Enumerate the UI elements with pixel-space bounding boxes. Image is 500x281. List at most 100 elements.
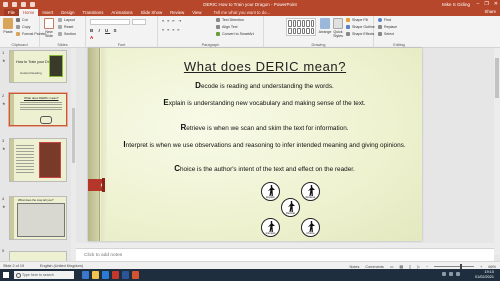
zoom-slider[interactable] [434,264,475,269]
comments-toggle[interactable]: Comments [365,265,383,269]
new-slide-button[interactable]: New Slide [42,16,56,38]
powerpoint-icon[interactable] [132,271,139,279]
slide-paragraph-retrieve[interactable]: Retrieve is when we scan and skim the te… [113,124,416,133]
zoom-out-icon[interactable]: − [426,265,428,269]
tab-transitions[interactable]: Transitions [79,9,108,16]
taskbar-search[interactable]: Type here to search [14,271,74,279]
find-button[interactable]: Find [378,18,391,22]
file-explorer-icon[interactable] [92,271,99,279]
slide-thumbnail[interactable]: How to Train your Dragon Guided Reading [9,50,67,83]
reset-icon [58,25,62,29]
shape-outline-label: Shape Outline [352,25,375,29]
tell-me-search[interactable]: Tell me what you want to do... [206,9,271,16]
quick-styles-button[interactable]: Quick Styles [331,16,345,38]
battery-icon[interactable] [456,272,460,276]
scrollbar-thumb[interactable] [72,108,75,163]
arrange-label: Arrange [318,30,332,34]
layout-button[interactable]: Layout [58,18,75,22]
reset-button[interactable]: Reset [58,25,73,29]
thumbnail-number: 2 [2,93,5,98]
quick-styles-label: Quick Styles [333,30,343,38]
cut-button[interactable]: Cut [16,18,28,22]
minimize-button[interactable]: – [477,1,480,7]
tab-slide-show[interactable]: Slide Show [137,9,167,16]
close-button[interactable]: ✕ [494,1,498,7]
volume-icon[interactable] [449,272,453,276]
copy-button[interactable]: Copy [16,25,30,29]
language-indicator[interactable]: English (United Kingdom) [40,264,83,268]
tab-animations[interactable]: Animations [107,9,136,16]
thumb-strip [10,197,14,239]
network-icon[interactable] [442,272,446,276]
slide-thumbnail[interactable] [9,138,67,182]
slide-thumbnail-selected[interactable]: What does DERIC mean? [8,92,68,127]
zoom-level[interactable]: 66% [488,265,496,269]
thumbnail-number: 3 [2,138,5,143]
notes-pane[interactable]: Click to add notes [76,243,494,261]
paragraph-text: etrieve is when we scan and skim the tex… [186,125,349,132]
user-name[interactable]: Mike S Girling [442,2,470,7]
thumbnail-number: 1 [2,50,5,55]
slide-paragraph-decode[interactable]: Decode is reading and understanding the … [113,82,416,91]
paste-button[interactable]: Paste [1,16,15,34]
slides-group: New Slide Layout Reset Section Slides [40,16,86,48]
slide-paragraph-interpret[interactable]: Interpret is when we use observations an… [113,141,416,150]
replace-button[interactable]: Replace [378,25,397,29]
horizontal-scrollbar[interactable] [76,243,494,248]
red-ribbon-clip [102,178,105,192]
align-buttons[interactable]: ≡ ≡ ≡ ≡ [162,28,180,32]
slides-label: Slides [57,43,68,47]
align-text-button[interactable]: Align Text [216,25,238,29]
maximize-button[interactable]: ❐ [484,1,488,7]
smartart-button[interactable]: Convert to SmartArt [216,32,254,36]
deric-icons-group[interactable]: Explain Retrieve Decode Interpret Choice [252,177,332,239]
windows-start-icon[interactable] [3,272,9,278]
thumbnail-number: 4 [2,196,5,201]
font-size-field[interactable] [132,19,146,25]
list-buttons[interactable]: ≡ ≡ ⇤ ⇥ [162,19,182,23]
edge-icon[interactable] [102,271,109,279]
tab-insert[interactable]: Insert [38,9,57,16]
slide-paragraph-choice[interactable]: Choice is the author's intent of the tex… [113,165,416,174]
tab-view[interactable]: View [188,9,205,16]
share-button[interactable]: Share [485,9,496,14]
font-color-button[interactable]: A [90,35,95,40]
task-view-icon[interactable] [82,271,89,279]
arrange-button[interactable]: Arrange [318,16,332,34]
shape-fill-button[interactable]: Shape Fill [346,18,368,22]
shape-fill-label: Shape Fill [352,18,368,22]
drawing-group: Arrange Quick Styles Shape Fill Shape Ou… [264,16,375,48]
icon-caption: Retrieve [305,195,316,199]
text-direction-button[interactable]: Text Direction [216,18,244,22]
shape-effects-button[interactable]: Shape Effects [346,32,374,36]
word-icon[interactable] [122,271,129,279]
select-button[interactable]: Select [378,32,394,36]
title-bar: DERIC How to Train your Dragon - PowerPo… [0,0,500,8]
icon-caption: Explain [266,195,275,199]
tab-design[interactable]: Design [57,9,78,16]
slide-thumbnail[interactable]: What does the map tell you? [9,196,67,240]
slide-paragraph-explain[interactable]: Explain is understanding new vocabulary … [113,99,416,108]
clock[interactable]: 19:10 01/02/2021 [475,270,494,280]
bold-italic-underline-buttons[interactable]: B I U S [90,28,119,33]
slide-title[interactable]: What does DERIC mean? [108,59,422,74]
shape-outline-button[interactable]: Shape Outline [346,25,375,29]
transition-star-icon: ★ [2,101,6,106]
office-icon[interactable] [112,271,119,279]
notes-toggle[interactable]: Notes [349,265,359,269]
zoom-in-icon[interactable]: + [480,265,482,269]
tab-home[interactable]: Home [18,9,39,16]
slide-scrollbar[interactable] [494,48,500,255]
font-name-field[interactable] [90,19,130,25]
tab-review[interactable]: Review [166,9,188,16]
thumb-title: What does the map tell you? [18,198,54,202]
paragraph-text: hoice is the author's intent of the text… [179,166,355,173]
thumb-text-lines [20,102,62,112]
interpret-icon: Interpret [261,218,280,237]
slide-thumbnail[interactable] [9,251,67,261]
tab-file[interactable]: File [4,9,19,16]
shapes-gallery[interactable] [286,18,316,36]
section-button[interactable]: Section [58,32,76,36]
scrollbar-thumb[interactable] [495,58,499,98]
slide-canvas[interactable]: What does DERIC mean? Decode is reading … [88,48,422,241]
